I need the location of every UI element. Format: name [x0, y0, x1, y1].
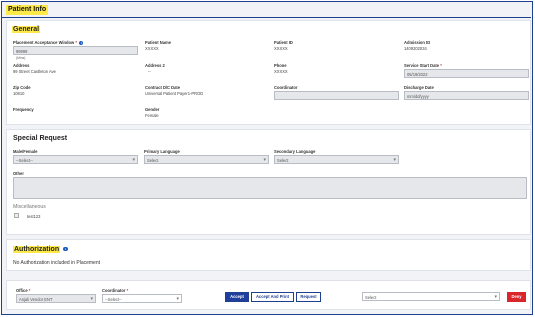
- required-marker: *: [126, 288, 129, 293]
- gender-value: Female: [145, 113, 159, 118]
- footer-bar: Office * Anjali Vendor ENT Coordinator *…: [6, 280, 531, 310]
- test123-label: test123: [27, 213, 41, 219]
- address2-value: --: [148, 69, 151, 74]
- contract-value: Universal Patient Payer1-PROD: [145, 91, 204, 96]
- admission-id-value: 1409202034: [404, 46, 427, 51]
- general-title-text: General: [12, 26, 41, 33]
- required-marker: *: [28, 288, 31, 293]
- accept-button[interactable]: Accept: [225, 292, 249, 302]
- gender-label: Gender: [145, 107, 160, 112]
- contract-label: Contract D/C Date: [145, 85, 181, 90]
- primary-language-select[interactable]: Select: [144, 155, 269, 164]
- office-label-text: Office: [16, 288, 28, 293]
- service-start-input[interactable]: 05/19/2022: [404, 69, 529, 78]
- discharge-input[interactable]: mm/dd/yyyy: [404, 91, 529, 100]
- coordinator-footer-label-text: Coordinator: [102, 288, 126, 293]
- phone-value: XXXXX: [274, 69, 288, 74]
- authorization-title-text: Authorization: [13, 246, 61, 253]
- discharge-label: Discharge Date: [404, 85, 434, 90]
- coordinator-select[interactable]: --Select--: [102, 294, 182, 303]
- male-female-select[interactable]: --Select--: [13, 155, 138, 164]
- info-icon[interactable]: i: [79, 40, 84, 45]
- test123-checkbox[interactable]: [14, 213, 19, 218]
- special-request-title: Special Request: [13, 135, 68, 142]
- request-button[interactable]: Request: [296, 292, 321, 302]
- required-marker: *: [75, 40, 77, 45]
- secondary-language-select[interactable]: Select: [274, 155, 399, 164]
- other-label: Other: [13, 171, 24, 176]
- required-marker: *: [440, 63, 442, 68]
- patient-id-label: Patient ID: [274, 40, 293, 45]
- page-title: Patient Info: [6, 5, 49, 15]
- action-select[interactable]: Select: [362, 292, 500, 301]
- zip-value: 10810: [13, 91, 25, 96]
- phone-label: Phone: [274, 63, 287, 68]
- placement-window-label-text: Placement Acceptance Window: [13, 40, 75, 45]
- deny-button[interactable]: Deny: [507, 292, 526, 302]
- frequency-label: Frequency: [13, 107, 34, 112]
- secondary-language-label: Secondary Language: [274, 149, 316, 154]
- authorization-title: Authorization i: [13, 246, 68, 253]
- coordinator-label: Coordinator: [274, 85, 298, 90]
- office-label: Office *: [16, 288, 30, 293]
- placement-window-input[interactable]: 99999: [13, 46, 138, 55]
- coordinator-footer-label: Coordinator *: [102, 288, 128, 293]
- service-start-label-text: Service Start Date: [404, 63, 440, 68]
- service-start-label: Service Start Date *: [404, 63, 442, 68]
- placement-window-label: Placement Acceptance Window * i: [13, 40, 84, 45]
- address2-label: Address 2: [145, 63, 165, 68]
- zip-label: Zip Code: [13, 85, 31, 90]
- address-label: Address: [13, 63, 30, 68]
- patient-name-label: Patient Name: [145, 40, 171, 45]
- header-divider: [2, 17, 531, 18]
- address-value: 99 Street Castleton Ave: [13, 69, 56, 74]
- primary-language-label: Primary Language: [144, 149, 180, 154]
- general-card: General Placement Acceptance Window * i …: [6, 20, 531, 125]
- male-female-label: Male/Female: [13, 149, 38, 154]
- authorization-message: No Authorization included in Placement: [13, 260, 100, 266]
- placement-window-hint: (Mins): [16, 56, 26, 60]
- admission-id-label: Admission ID: [404, 40, 431, 45]
- miscellaneous-label: Miscellaneous: [13, 204, 46, 210]
- general-title: General: [12, 26, 41, 33]
- patient-info-panel: Patient Info General Placement Acceptanc…: [1, 1, 533, 315]
- accept-and-print-button[interactable]: Accept And Print: [251, 292, 294, 302]
- patient-id-value: XXXXX: [274, 46, 288, 51]
- authorization-card: Authorization i No Authorization include…: [6, 239, 531, 271]
- office-select[interactable]: Anjali Vendor ENT: [16, 294, 96, 303]
- patient-name-value: XXXXX: [145, 46, 159, 51]
- coordinator-input[interactable]: [274, 91, 399, 100]
- special-request-card: Special Request Male/Female --Select-- P…: [6, 129, 531, 235]
- other-textarea[interactable]: [13, 177, 527, 199]
- info-icon[interactable]: i: [63, 246, 68, 252]
